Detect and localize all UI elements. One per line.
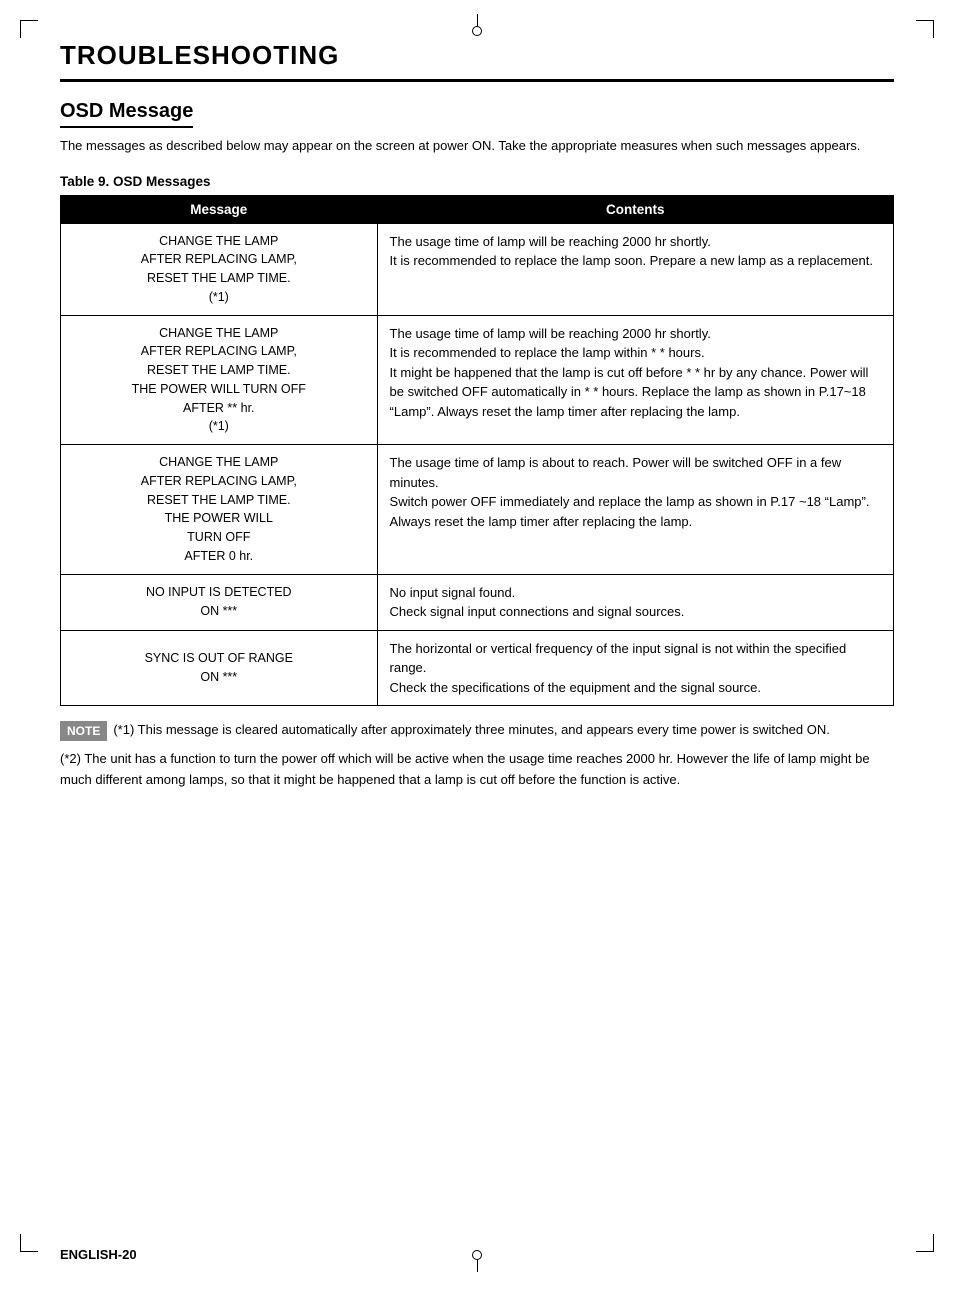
table-cell-contents: The horizontal or vertical frequency of … (377, 630, 893, 706)
corner-mark-tr (916, 20, 934, 38)
corner-mark-bl (20, 1234, 38, 1252)
footnote: (*2) The unit has a function to turn the… (60, 749, 894, 791)
table-cell-contents: The usage time of lamp will be reaching … (377, 223, 893, 315)
table-cell-message: CHANGE THE LAMPAFTER REPLACING LAMP,RESE… (61, 315, 378, 445)
corner-mark-tl (20, 20, 38, 38)
table-cell-message: CHANGE THE LAMPAFTER REPLACING LAMP,RESE… (61, 445, 378, 575)
page-title: TROUBLESHOOTING (60, 40, 894, 82)
note-box: NOTE (*1) This message is cleared automa… (60, 720, 894, 741)
table-row: NO INPUT IS DETECTEDON ***No input signa… (61, 574, 894, 630)
osd-table: Message Contents CHANGE THE LAMPAFTER RE… (60, 195, 894, 707)
table-row: CHANGE THE LAMPAFTER REPLACING LAMP,RESE… (61, 445, 894, 575)
page: TROUBLESHOOTING OSD Message The messages… (0, 0, 954, 1312)
bottom-center-mark (472, 1250, 482, 1272)
note-text: (*1) This message is cleared automatical… (113, 720, 894, 740)
table-row: SYNC IS OUT OF RANGEON ***The horizontal… (61, 630, 894, 706)
table-row: CHANGE THE LAMPAFTER REPLACING LAMP,RESE… (61, 315, 894, 445)
section-description: The messages as described below may appe… (60, 136, 894, 156)
table-title: Table 9. OSD Messages (60, 174, 894, 189)
footer-page-number: ENGLISH-20 (60, 1247, 137, 1262)
table-cell-message: CHANGE THE LAMPAFTER REPLACING LAMP,RESE… (61, 223, 378, 315)
table-cell-message: SYNC IS OUT OF RANGEON *** (61, 630, 378, 706)
table-cell-message: NO INPUT IS DETECTEDON *** (61, 574, 378, 630)
col-header-message: Message (61, 195, 378, 223)
table-cell-contents: No input signal found.Check signal input… (377, 574, 893, 630)
top-center-mark (472, 14, 482, 36)
table-row: CHANGE THE LAMPAFTER REPLACING LAMP,RESE… (61, 223, 894, 315)
note-label: NOTE (60, 721, 107, 741)
corner-mark-br (916, 1234, 934, 1252)
table-cell-contents: The usage time of lamp will be reaching … (377, 315, 893, 445)
section-title: OSD Message (60, 100, 193, 128)
col-header-contents: Contents (377, 195, 893, 223)
table-cell-contents: The usage time of lamp is about to reach… (377, 445, 893, 575)
